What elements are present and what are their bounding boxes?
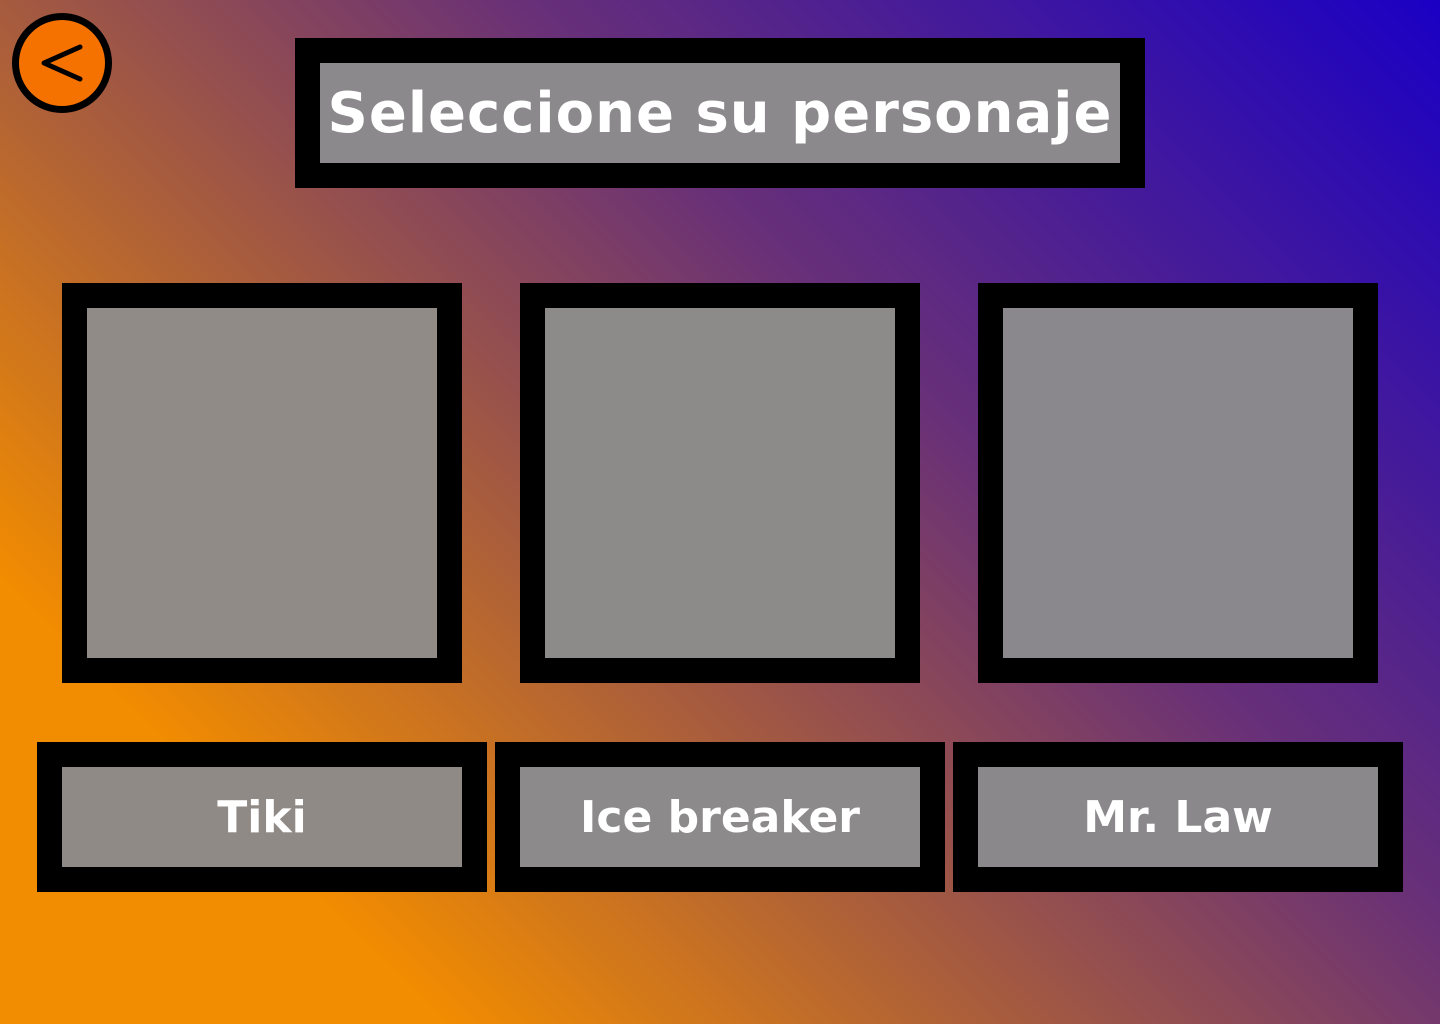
character-name-label: Ice breaker	[580, 791, 860, 843]
character-button-tiki[interactable]: Tiki	[37, 742, 487, 892]
character-button-ice-breaker[interactable]: Ice breaker	[495, 742, 945, 892]
character-button-mr-law[interactable]: Mr. Law	[953, 742, 1403, 892]
character-portrait-tiki[interactable]	[62, 283, 462, 683]
title-banner: Seleccione su personaje	[295, 38, 1145, 188]
character-portrait-ice-breaker[interactable]	[520, 283, 920, 683]
page-title: Seleccione su personaje	[327, 80, 1113, 146]
chevron-left-icon	[41, 44, 83, 82]
character-portrait-mr-law[interactable]	[978, 283, 1378, 683]
character-name-label: Tiki	[217, 791, 307, 843]
character-name-label: Mr. Law	[1083, 791, 1273, 843]
back-button[interactable]	[12, 13, 112, 113]
